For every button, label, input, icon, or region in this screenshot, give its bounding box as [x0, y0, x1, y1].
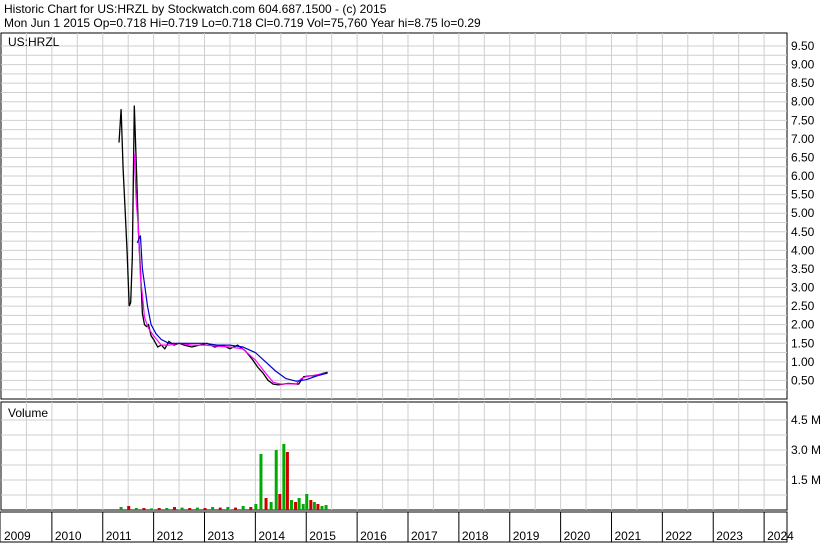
volume-tick-label: 3.0 M — [791, 443, 821, 457]
volume-bar — [188, 508, 192, 510]
volume-label: Volume — [8, 406, 48, 420]
y-tick-label: 9.00 — [791, 58, 815, 72]
volume-bar — [150, 508, 154, 510]
symbol-label: US:HRZL — [8, 35, 60, 49]
volume-tick-label: 1.5 M — [791, 473, 821, 487]
y-tick-label: 3.00 — [791, 281, 815, 295]
y-tick-label: 5.50 — [791, 188, 815, 202]
volume-panel-frame — [0, 401, 788, 511]
volume-bar — [157, 508, 161, 510]
volume-bar — [259, 454, 263, 510]
y-tick-label: 7.50 — [791, 113, 815, 127]
y-tick-label: 4.00 — [791, 243, 815, 257]
volume-bar — [309, 500, 313, 510]
volume-bar — [203, 508, 207, 510]
x-tick-label: 2012 — [157, 529, 184, 543]
y-tick-label: 5.00 — [791, 206, 815, 220]
x-tick-label: 2021 — [614, 529, 641, 543]
volume-bar — [274, 450, 278, 510]
volume-bar — [301, 504, 305, 510]
volume-bar — [264, 498, 268, 510]
volume-bar — [278, 494, 282, 510]
volume-bar — [249, 507, 253, 510]
y-tick-label: 0.50 — [791, 373, 815, 387]
volume-bar — [134, 508, 138, 510]
x-tick-label: 2022 — [665, 529, 692, 543]
volume-bar — [165, 508, 169, 510]
chart-header-line1: Historic Chart for US:HRZL by Stockwatch… — [4, 2, 387, 16]
y-tick-label: 8.50 — [791, 76, 815, 90]
x-tick-label: 2019 — [513, 529, 540, 543]
x-tick-label: 2010 — [55, 529, 82, 543]
volume-bar — [218, 507, 222, 510]
x-tick-label: 2023 — [716, 529, 743, 543]
x-tick-label: 2009 — [4, 529, 31, 543]
price-panel-frame — [0, 32, 788, 400]
x-tick-label: 2024 — [767, 529, 794, 543]
y-tick-label: 9.50 — [791, 39, 815, 53]
y-tick-label: 7.00 — [791, 132, 815, 146]
volume-bar — [226, 507, 230, 510]
volume-bar — [312, 502, 316, 510]
y-tick-label: 3.50 — [791, 262, 815, 276]
volume-bar — [180, 507, 184, 510]
y-tick-label: 6.00 — [791, 169, 815, 183]
x-tick-label: 2011 — [106, 529, 132, 543]
volume-bar — [234, 507, 238, 510]
y-tick-label: 4.50 — [791, 225, 815, 239]
volume-bar — [172, 507, 176, 510]
volume-bar — [294, 502, 298, 510]
y-tick-label: 8.00 — [791, 95, 815, 109]
y-tick-label: 2.00 — [791, 318, 815, 332]
volume-bar — [305, 494, 309, 510]
volume-bar — [142, 508, 146, 510]
x-tick-label: 2020 — [564, 529, 591, 543]
grid-lines — [1, 33, 787, 542]
volume-bar — [241, 506, 245, 510]
volume-bar — [254, 504, 258, 510]
volume-bar — [285, 452, 289, 510]
historic-chart: Historic Chart for US:HRZL by Stockwatch… — [0, 2, 821, 543]
volume-bar — [282, 444, 286, 510]
y-tick-label: 1.00 — [791, 355, 815, 369]
volume-bar — [269, 502, 273, 510]
volume-bars — [119, 444, 328, 510]
volume-bar — [324, 505, 328, 510]
volume-bar — [127, 506, 131, 510]
y-tick-label: 1.50 — [791, 336, 815, 350]
x-tick-label: 2013 — [207, 529, 234, 543]
volume-bar — [289, 500, 293, 510]
volume-bar — [195, 507, 199, 510]
x-tick-label: 2018 — [462, 529, 489, 543]
series-ma_long-line — [136, 235, 328, 382]
volume-bar — [320, 506, 324, 510]
axis-ticks: 2009 2010 2011 2012 2013 2014 2015 2016 2017 2018… — [4, 39, 821, 543]
volume-bar — [297, 498, 301, 510]
volume-tick-label: 4.5 M — [791, 413, 821, 427]
volume-bar — [119, 507, 123, 510]
x-tick-label: 2016 — [360, 529, 387, 543]
x-tick-label: 2014 — [258, 529, 285, 543]
y-tick-label: 2.50 — [791, 299, 815, 313]
y-tick-label: 6.50 — [791, 150, 815, 164]
x-tick-label: 2017 — [411, 529, 438, 543]
x-tick-label: 2015 — [309, 529, 336, 543]
chart-header-line2: Mon Jun 1 2015 Op=0.718 Hi=0.719 Lo=0.71… — [4, 16, 481, 30]
volume-bar — [316, 504, 320, 510]
volume-bar — [211, 507, 215, 510]
